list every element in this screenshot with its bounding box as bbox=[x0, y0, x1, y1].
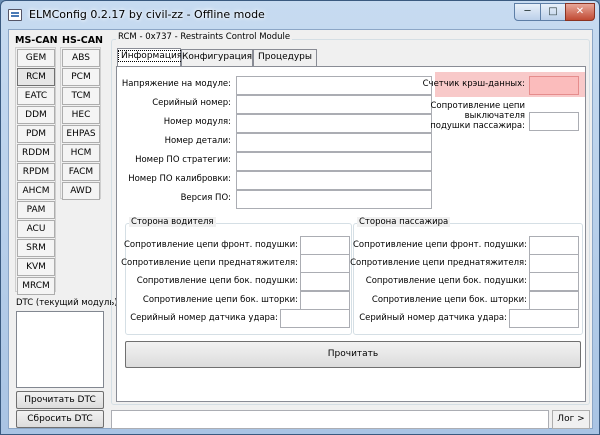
module-number-label: Номер модуля: bbox=[163, 117, 231, 127]
passenger-side-title: Сторона пассажира bbox=[357, 217, 451, 227]
driver-pretensioner-label: Сопротивление цепи преднатяжителя: bbox=[121, 258, 298, 268]
nav-eatc[interactable]: EATC bbox=[17, 87, 55, 105]
passenger-sensor-field[interactable] bbox=[509, 309, 579, 328]
calibration-sw-label: Номер ПО калибровки: bbox=[128, 174, 231, 184]
nav-pcm[interactable]: PCM bbox=[62, 68, 100, 86]
passenger-switch-field[interactable] bbox=[529, 112, 579, 131]
hs-can-title: HS-CAN bbox=[62, 35, 104, 46]
driver-side-airbag-label: Сопротивление цепи бок. подушки: bbox=[136, 276, 298, 286]
nav-ddm[interactable]: DDM bbox=[17, 106, 55, 124]
driver-side-title: Сторона водителя bbox=[129, 217, 216, 227]
nav-pam[interactable]: PAM bbox=[17, 201, 55, 219]
nav-rcm[interactable]: RCM bbox=[17, 68, 55, 86]
passenger-switch-label: Сопротивление цепи выключателя подушки п… bbox=[430, 101, 525, 131]
tab-page-info: Напряжение на модуле: Серийный номер: Но… bbox=[116, 66, 586, 402]
crash-counter-field[interactable] bbox=[529, 76, 579, 95]
module-title: RCM - 0x737 - Restraints Control Module bbox=[116, 32, 293, 42]
driver-pretensioner-field[interactable] bbox=[300, 254, 350, 273]
nav-ahcm[interactable]: AHCM bbox=[17, 182, 55, 200]
tab-config[interactable]: Конфигурация bbox=[181, 49, 253, 66]
nav-ehpas[interactable]: EHPAS bbox=[62, 125, 100, 143]
read-dtc-button[interactable]: Прочитать DTC bbox=[16, 391, 104, 409]
nav-kvm[interactable]: KVM bbox=[17, 258, 55, 276]
driver-curtain-field[interactable] bbox=[300, 291, 350, 310]
voltage-label: Напряжение на модуле: bbox=[121, 79, 231, 89]
clear-dtc-button[interactable]: Сбросить DTC bbox=[16, 410, 104, 428]
passenger-curtain-field[interactable] bbox=[529, 291, 579, 310]
tab-info[interactable]: Информация bbox=[117, 48, 186, 66]
serial-number-field[interactable] bbox=[236, 95, 432, 114]
driver-sensor-label: Серийный номер датчика удара: bbox=[130, 313, 278, 323]
maximize-button[interactable]: □ bbox=[540, 3, 566, 21]
hs-can-panel: ABS PCM TCM HEC EHPAS HCM FACM AWD bbox=[60, 47, 101, 200]
driver-front-airbag-label: Сопротивление цепи фронт. подушки: bbox=[124, 240, 298, 250]
passenger-curtain-label: Сопротивление цепи бок. шторки: bbox=[371, 295, 527, 305]
app-window: ELMConfig 0.2.17 by civil-zz - Offline m… bbox=[0, 0, 600, 435]
calibration-sw-field[interactable] bbox=[236, 171, 432, 190]
passenger-front-airbag-label: Сопротивление цепи фронт. подушки: bbox=[353, 240, 527, 250]
nav-gem[interactable]: GEM bbox=[17, 49, 55, 67]
nav-hcm[interactable]: HCM bbox=[62, 144, 100, 162]
client-area: MS-CAN HS-CAN GEM RCM EATC DDM PDM RDDM … bbox=[8, 29, 593, 429]
strategy-sw-field[interactable] bbox=[236, 152, 432, 171]
nav-tcm[interactable]: TCM bbox=[62, 87, 100, 105]
nav-facm[interactable]: FACM bbox=[62, 163, 100, 181]
tab-procedures[interactable]: Процедуры bbox=[253, 49, 317, 66]
passenger-front-airbag-field[interactable] bbox=[529, 236, 579, 255]
driver-front-airbag-field[interactable] bbox=[300, 236, 350, 255]
module-number-field[interactable] bbox=[236, 114, 432, 133]
passenger-switch-label-line1: Сопротивление цепи bbox=[430, 101, 525, 111]
close-button[interactable]: ✕ bbox=[565, 3, 595, 21]
window-title: ELMConfig 0.2.17 by civil-zz - Offline m… bbox=[29, 8, 265, 21]
nav-awd[interactable]: AWD bbox=[62, 182, 100, 200]
driver-curtain-label: Сопротивление цепи бок. шторки: bbox=[142, 295, 298, 305]
passenger-side-airbag-field[interactable] bbox=[529, 272, 579, 291]
part-number-field[interactable] bbox=[236, 133, 432, 152]
passenger-pretensioner-label: Сопротивление цепи преднатяжителя: bbox=[350, 258, 527, 268]
passenger-side-airbag-label: Сопротивление цепи бок. подушки: bbox=[365, 276, 527, 286]
nav-srm[interactable]: SRM bbox=[17, 239, 55, 257]
nav-rddm[interactable]: RDDM bbox=[17, 144, 55, 162]
part-number-label: Номер детали: bbox=[164, 136, 231, 146]
dtc-list[interactable] bbox=[16, 311, 104, 388]
nav-acu[interactable]: ACU bbox=[17, 220, 55, 238]
title-bar[interactable]: ELMConfig 0.2.17 by civil-zz - Offline m… bbox=[1, 1, 599, 29]
strategy-sw-label: Номер ПО стратегии: bbox=[135, 155, 231, 165]
passenger-switch-label-line2: выключателя bbox=[464, 111, 525, 121]
ms-can-panel: GEM RCM EATC DDM PDM RDDM RPDM AHCM PAM … bbox=[15, 47, 56, 295]
sw-version-field[interactable] bbox=[236, 190, 432, 209]
status-field bbox=[111, 410, 549, 429]
dtc-label: DTC (текущий модуль): bbox=[16, 298, 121, 308]
read-button[interactable]: Прочитать bbox=[125, 341, 581, 368]
ms-can-title: MS-CAN bbox=[15, 35, 58, 46]
passenger-switch-label-line3: подушки пассажира: bbox=[430, 121, 525, 131]
tab-info-label: Информация bbox=[118, 50, 186, 62]
app-icon bbox=[8, 9, 22, 21]
nav-hec[interactable]: HEC bbox=[62, 106, 100, 124]
log-button[interactable]: Лог > bbox=[552, 410, 590, 429]
nav-rpdm[interactable]: RPDM bbox=[17, 163, 55, 181]
voltage-field[interactable] bbox=[236, 76, 432, 95]
nav-abs[interactable]: ABS bbox=[62, 49, 100, 67]
nav-mrcm[interactable]: MRCM bbox=[17, 277, 55, 295]
sw-version-label: Версия ПО: bbox=[180, 193, 231, 203]
driver-side-airbag-field[interactable] bbox=[300, 272, 350, 291]
serial-number-label: Серийный номер: bbox=[152, 98, 231, 108]
crash-counter-label: Счетчик крэш-данных: bbox=[422, 79, 525, 89]
nav-pdm[interactable]: PDM bbox=[17, 125, 55, 143]
minimize-button[interactable]: ─ bbox=[514, 3, 541, 21]
driver-sensor-field[interactable] bbox=[280, 309, 350, 328]
passenger-pretensioner-field[interactable] bbox=[529, 254, 579, 273]
passenger-sensor-label: Серийный номер датчика удара: bbox=[359, 313, 507, 323]
